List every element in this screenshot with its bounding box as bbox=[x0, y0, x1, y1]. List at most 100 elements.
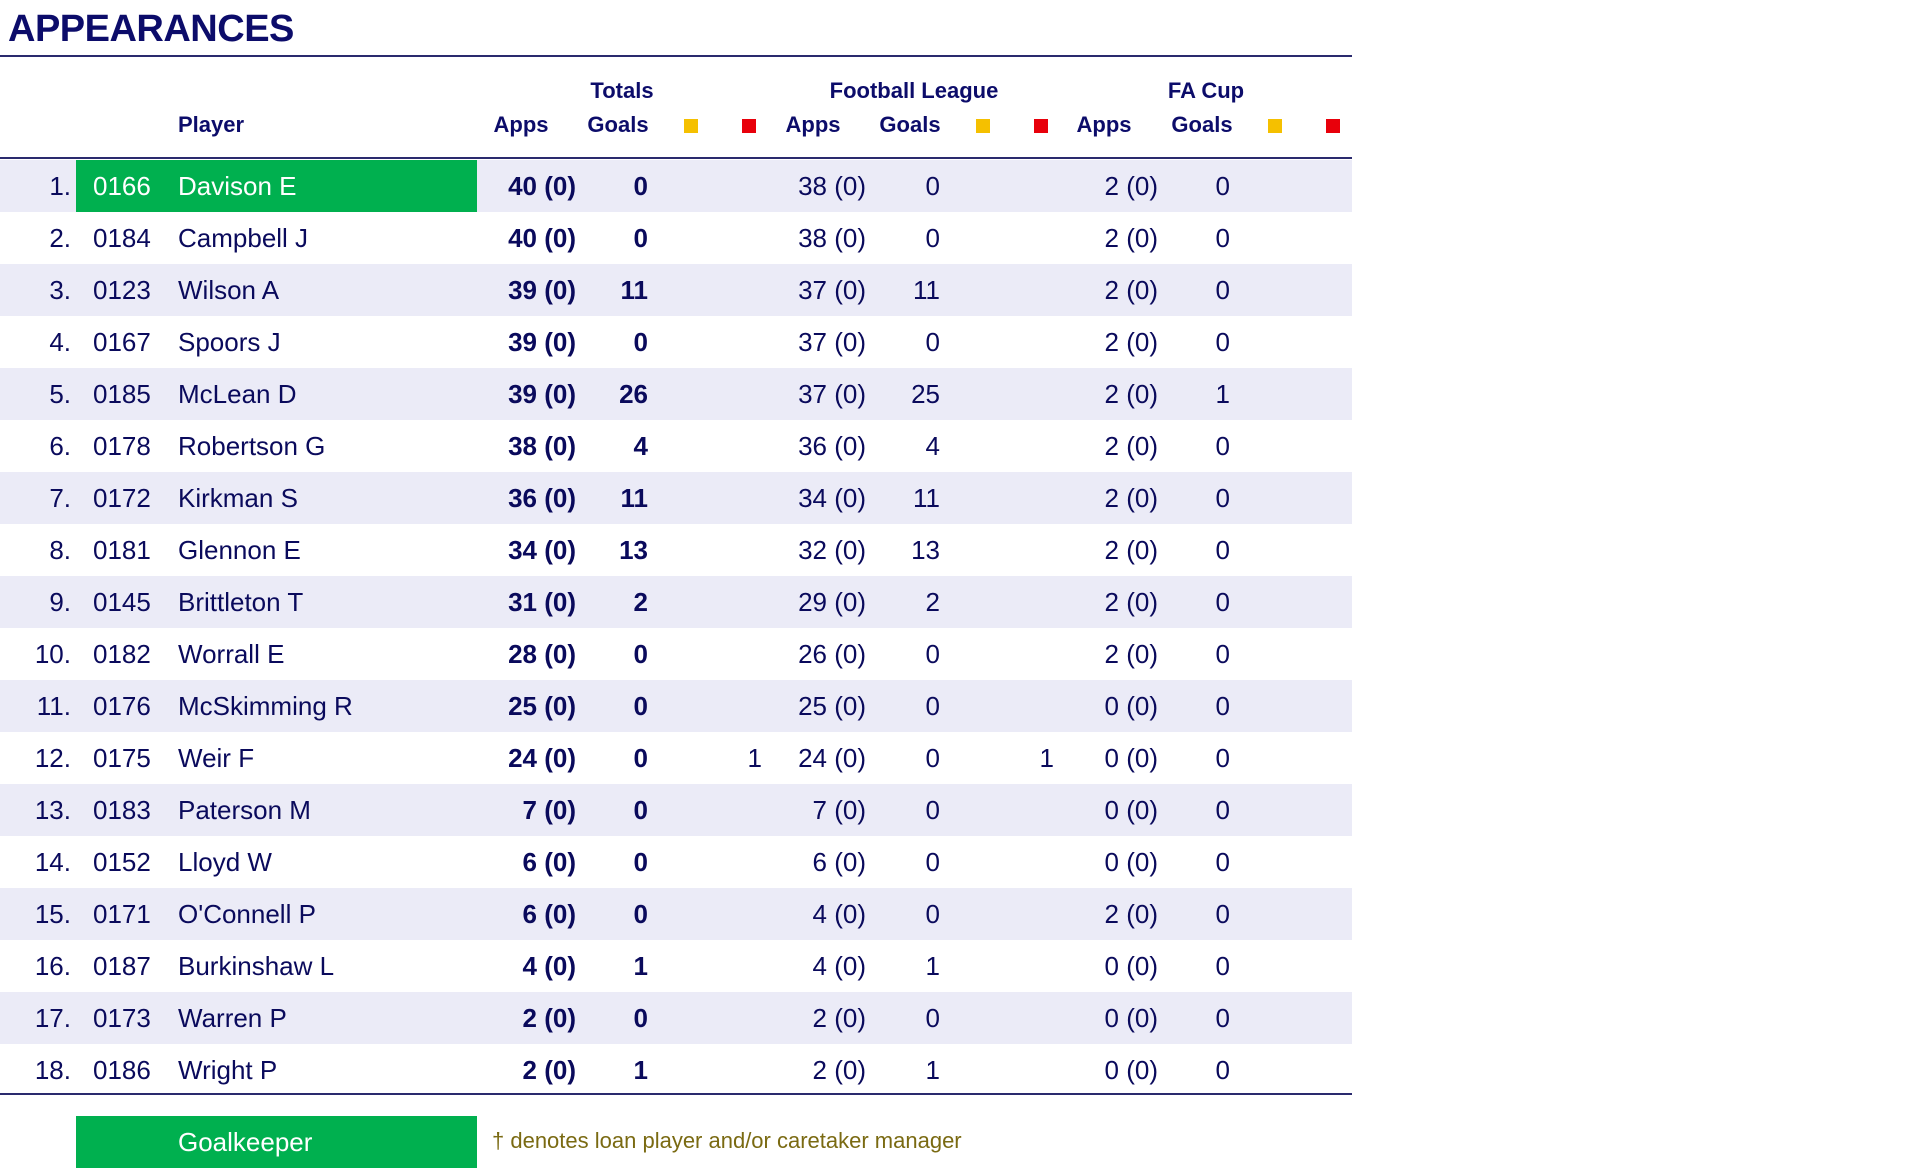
header-league-goals: Goals bbox=[879, 112, 941, 137]
page-title: APPEARANCES bbox=[8, 8, 294, 50]
cell-position: 5. bbox=[49, 379, 71, 409]
cell-totals-apps: 40 (0) bbox=[508, 171, 576, 201]
table-row: 4. 0167 Spoors J 39 (0) 0 37 (0) 0 2 (0) 0 bbox=[0, 316, 1352, 368]
cell-league-goals: 25 bbox=[911, 379, 940, 409]
cell-cup-goals: 0 bbox=[1215, 951, 1230, 981]
cell-cup-goals: 0 bbox=[1215, 171, 1230, 201]
cell-cup-goals: 0 bbox=[1215, 639, 1230, 669]
cell-league-goals: 1 bbox=[925, 951, 940, 981]
cell-league-goals: 0 bbox=[925, 171, 940, 201]
cell-league-apps: 26 (0) bbox=[798, 639, 866, 669]
cell-league-apps: 4 (0) bbox=[812, 899, 866, 929]
cell-totals-goals: 4 bbox=[633, 431, 648, 461]
cell-player-name: McLean D bbox=[178, 379, 297, 409]
cell-cup-goals: 0 bbox=[1215, 483, 1230, 513]
header-cup-goals: Goals bbox=[1171, 112, 1233, 137]
cell-player-id: 0173 bbox=[93, 1003, 151, 1033]
cell-position: 7. bbox=[49, 483, 71, 513]
cell-totals-apps: 39 (0) bbox=[508, 275, 576, 305]
cell-totals-goals: 13 bbox=[619, 535, 648, 565]
cell-position: 8. bbox=[49, 535, 71, 565]
cell-player-id: 0175 bbox=[93, 743, 151, 773]
cell-player-id: 0178 bbox=[93, 431, 151, 461]
cell-player-name: Warren P bbox=[178, 1003, 287, 1033]
table-row: 6. 0178 Robertson G 38 (0) 4 36 (0) 4 2 (0) 0 bbox=[0, 420, 1352, 472]
cell-cup-apps: 2 (0) bbox=[1104, 639, 1158, 669]
cell-league-apps: 29 (0) bbox=[798, 587, 866, 617]
cell-position: 17. bbox=[34, 1003, 71, 1033]
cell-player-name: O'Connell P bbox=[178, 899, 316, 929]
cell-cup-goals: 0 bbox=[1215, 431, 1230, 461]
table-row: 1. 0166 Davison E 40 (0) 0 38 (0) 0 2 (0) 0 bbox=[0, 160, 1352, 212]
cell-cup-apps: 2 (0) bbox=[1104, 899, 1158, 929]
cell-player-id: 0186 bbox=[93, 1055, 151, 1085]
cell-totals-apps: 40 (0) bbox=[508, 223, 576, 253]
cell-cup-goals: 0 bbox=[1215, 691, 1230, 721]
header-totals-goals: Goals bbox=[587, 112, 649, 137]
table-row: 12. 0175 Weir F 24 (0) 0 1 24 (0) 0 1 0 (0) 0 bbox=[0, 732, 1352, 784]
table-bottom-divider bbox=[0, 1093, 1352, 1095]
cell-player-id: 0172 bbox=[93, 483, 151, 513]
header-cup-apps: Apps bbox=[1076, 112, 1132, 137]
goalkeeper-legend: Goalkeeper bbox=[76, 1116, 477, 1168]
cell-league-apps: 37 (0) bbox=[798, 275, 866, 305]
cell-totals-apps: 2 (0) bbox=[522, 1055, 576, 1085]
cell-cup-apps: 2 (0) bbox=[1104, 431, 1158, 461]
cell-position: 2. bbox=[49, 223, 71, 253]
cell-player-id: 0152 bbox=[93, 847, 151, 877]
cell-player-id: 0167 bbox=[93, 327, 151, 357]
cell-league-apps: 2 (0) bbox=[812, 1003, 866, 1033]
header-group-totals: Totals bbox=[590, 78, 654, 103]
cell-league-goals: 1 bbox=[925, 1055, 940, 1085]
cell-league-goals: 11 bbox=[913, 483, 940, 513]
header-league-red-card-icon bbox=[1034, 119, 1048, 133]
cell-player-name: Worrall E bbox=[178, 639, 285, 669]
cell-position: 9. bbox=[49, 587, 71, 617]
header-divider bbox=[0, 157, 1352, 159]
cell-league-apps: 32 (0) bbox=[798, 535, 866, 565]
cell-cup-apps: 2 (0) bbox=[1104, 171, 1158, 201]
cell-player-name: Davison E bbox=[178, 171, 297, 201]
cell-totals-goals: 0 bbox=[633, 639, 648, 669]
cell-cup-apps: 0 (0) bbox=[1104, 743, 1158, 773]
cell-league-goals: 0 bbox=[925, 223, 940, 253]
cell-totals-apps: 25 (0) bbox=[508, 691, 576, 721]
header-player: Player bbox=[178, 112, 245, 137]
cell-player-id: 0183 bbox=[93, 795, 151, 825]
cell-player-id: 0145 bbox=[93, 587, 151, 617]
cell-position: 11. bbox=[36, 691, 71, 721]
cell-league-goals: 0 bbox=[925, 639, 940, 669]
table-row: 14. 0152 Lloyd W 6 (0) 0 6 (0) 0 0 (0) 0 bbox=[0, 836, 1352, 888]
cell-player-name: McSkimming R bbox=[178, 691, 353, 721]
cell-cup-goals: 0 bbox=[1215, 587, 1230, 617]
header-cup-yellow-card-icon bbox=[1268, 119, 1282, 133]
cell-totals-apps: 31 (0) bbox=[508, 587, 576, 617]
cell-cup-goals: 0 bbox=[1215, 535, 1230, 565]
table-row: 17. 0173 Warren P 2 (0) 0 2 (0) 0 0 (0) 0 bbox=[0, 992, 1352, 1044]
cell-league-goals: 0 bbox=[925, 327, 940, 357]
cell-cup-goals: 0 bbox=[1215, 275, 1230, 305]
cell-totals-apps: 6 (0) bbox=[522, 847, 576, 877]
cell-cup-apps: 2 (0) bbox=[1104, 275, 1158, 305]
cell-league-apps: 36 (0) bbox=[798, 431, 866, 461]
cell-totals-goals: 0 bbox=[633, 223, 648, 253]
cell-cup-apps: 2 (0) bbox=[1104, 379, 1158, 409]
cell-totals-goals: 0 bbox=[633, 327, 648, 357]
cell-totals-goals: 11 bbox=[620, 275, 649, 305]
cell-totals-goals: 0 bbox=[633, 899, 648, 929]
cell-position: 1. bbox=[49, 171, 71, 201]
cell-position: 13. bbox=[34, 795, 71, 825]
loan-note: † denotes loan player and/or caretaker m… bbox=[492, 1128, 962, 1153]
cell-totals-apps: 2 (0) bbox=[522, 1003, 576, 1033]
cell-league-goals: 0 bbox=[925, 691, 940, 721]
header-league-apps: Apps bbox=[785, 112, 841, 137]
cell-player-name: Spoors J bbox=[178, 327, 281, 357]
goalkeeper-legend-label: Goalkeeper bbox=[178, 1127, 313, 1157]
cell-cup-goals: 0 bbox=[1215, 223, 1230, 253]
cell-player-name: Robertson G bbox=[178, 431, 326, 461]
table-row: 5. 0185 McLean D 39 (0) 26 37 (0) 25 2 (0) 1 bbox=[0, 368, 1352, 420]
cell-player-name: Glennon E bbox=[178, 535, 301, 565]
cell-player-id: 0176 bbox=[93, 691, 151, 721]
cell-league-apps: 38 (0) bbox=[798, 171, 866, 201]
cell-cup-apps: 0 (0) bbox=[1104, 1003, 1158, 1033]
